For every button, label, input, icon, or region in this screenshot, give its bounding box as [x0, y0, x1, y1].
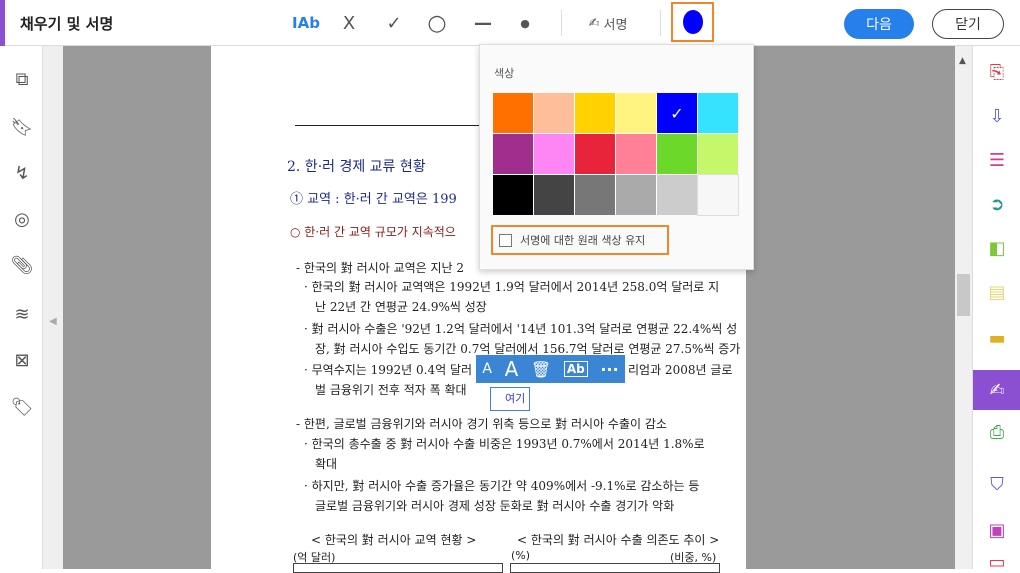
color-grid: ✓	[493, 93, 739, 216]
chart-frame	[510, 563, 720, 573]
cross-tool[interactable]: X	[337, 10, 361, 36]
accent-stripe	[0, 0, 5, 46]
sign-label: 서명	[603, 17, 628, 33]
trash-icon[interactable]: 🗑︎	[531, 360, 551, 379]
doc-line: · 對 러시아 수출은 '92년 1.2억 달러에서 '14년 101.3억 달…	[304, 322, 738, 336]
doc-line: · 한국의 총수출 중 對 러시아 수출 비중은 1993년 0.7%에서 20…	[304, 437, 705, 451]
sidebar-collapse-handle[interactable]: ◀	[43, 46, 63, 569]
left-sidebar: ⧉ 🔖︎ ↯ ◎ 📎︎ ≋ ⊠ 🏷︎	[0, 46, 43, 569]
scan-icon[interactable]: ⎙	[973, 412, 1020, 452]
doc-line: 벌 금융위기 전후 적자 폭 확대	[315, 383, 467, 397]
field-toolbar: A A 🗑︎ Ab ···	[476, 355, 625, 383]
edit-pdf-icon[interactable]: ▤	[973, 272, 1020, 312]
fill-sign-icon[interactable]: ✍	[973, 370, 1020, 410]
export-pdf-icon[interactable]: ➲	[973, 184, 1020, 224]
attachment-icon[interactable]: 📎︎	[10, 254, 34, 278]
create-pdf-icon[interactable]: ⎘	[973, 52, 1020, 92]
add-text-tool[interactable]: IAb	[292, 10, 320, 36]
text-field-button[interactable]: Ab	[563, 361, 588, 377]
compress-icon[interactable]: ◧	[973, 228, 1020, 268]
top-toolbar: 채우기 및 서명 IAb X ✓ ○ — ● ✍ 서명 다음 닫기	[0, 0, 1020, 46]
doc-line: 난 22년 간 연평균 24.9%씩 성장	[315, 300, 487, 314]
vertical-scrollbar[interactable]: ▲	[955, 46, 972, 569]
color-popup: 색상 ✓ 서명에 대한 원래 색상 유지	[479, 44, 754, 270]
next-button[interactable]: 다음	[844, 9, 914, 39]
bookmark-icon[interactable]: 🔖︎	[10, 116, 34, 140]
color-label: 색상	[494, 67, 515, 80]
color-swatch[interactable]	[697, 174, 739, 216]
color-swatch[interactable]	[657, 175, 697, 215]
current-color-swatch	[682, 10, 703, 34]
chart-title: < 한국의 對 러시아 수출 의존도 추이 >	[517, 533, 720, 547]
sign-button[interactable]: ✍ 서명	[578, 10, 638, 36]
text-field[interactable]: 여기	[490, 387, 530, 411]
color-swatch[interactable]	[698, 93, 738, 133]
combine-files-icon[interactable]: ⇩	[973, 96, 1020, 136]
keep-original-color-option[interactable]: 서명에 대한 원래 색상 유지	[491, 225, 669, 255]
doc-line: 리엄과 2008년 글로	[628, 363, 733, 377]
doc-line: - 한국의 對 러시아 교역은 지난 2	[296, 261, 465, 275]
color-swatch[interactable]	[493, 175, 533, 215]
pen-sign-icon: ✍	[588, 15, 600, 31]
more-options-button[interactable]: ···	[600, 360, 618, 379]
target-icon[interactable]: ◎	[10, 208, 34, 232]
color-swatch[interactable]	[698, 134, 738, 174]
divider	[660, 10, 661, 36]
color-swatch[interactable]	[616, 93, 656, 133]
color-swatch[interactable]	[493, 134, 533, 174]
color-swatch[interactable]	[616, 175, 656, 215]
increase-font-button[interactable]: A	[505, 357, 519, 381]
subsection-heading: ① 교역 : 한·러 간 교역은 199	[290, 192, 457, 207]
keep-original-label: 서명에 대한 원래 색상 유지	[520, 234, 646, 247]
chart-title: < 한국의 對 러시아 교역 현황 >	[311, 533, 477, 547]
more-tools-icon[interactable]: ▭	[973, 552, 1020, 573]
circle-tool[interactable]: ○	[425, 10, 449, 36]
color-swatch[interactable]	[534, 134, 574, 174]
color-swatch[interactable]	[657, 134, 697, 174]
section-heading: 2. 한·러 경제 교류 현황	[287, 159, 426, 175]
scrollbar-thumb[interactable]	[957, 274, 970, 316]
decrease-font-button[interactable]: A	[482, 361, 492, 377]
bullet-heading: ○ 한·러 간 교역 규모가 지속적으	[290, 225, 456, 239]
close-button[interactable]: 닫기	[932, 9, 1004, 39]
horizontal-rule	[295, 125, 485, 126]
layers-icon[interactable]: ≋	[10, 303, 34, 327]
organize-pages-icon[interactable]: ☰	[973, 140, 1020, 180]
keep-original-checkbox[interactable]	[499, 233, 512, 247]
checkmark-icon: ✓	[670, 103, 684, 123]
divider	[561, 10, 562, 36]
color-picker-button[interactable]	[671, 2, 714, 42]
tag-icon[interactable]: 🏷︎	[10, 396, 34, 420]
color-swatch[interactable]	[575, 93, 615, 133]
color-swatch[interactable]	[534, 175, 574, 215]
doc-line: · 하지만, 對 러시아 수출 증가율은 동기간 약 409%에서 -9.1%로…	[304, 479, 700, 493]
doc-line: 확대	[315, 457, 338, 471]
collapse-arrow-icon: ◀	[49, 316, 57, 327]
doc-line: · 한국의 對 러시아 교역액은 1992년 1.9억 달러에서 2014년 2…	[304, 280, 720, 294]
checkmark-tool[interactable]: ✓	[382, 10, 406, 36]
chart-frame	[293, 563, 503, 573]
page-title: 채우기 및 서명	[20, 15, 114, 33]
right-tools-panel: ⎘ ⇩ ☰ ➲ ◧ ▤ ▬ ✍ ⎙ ⛉ ▣ ▭	[972, 46, 1020, 573]
dot-tool[interactable]: ●	[514, 10, 536, 36]
color-swatch[interactable]	[575, 134, 615, 174]
doc-line: 글로벌 금융위기와 러시아 경제 성장 둔화로 對 러시아 수출 경기가 악화	[315, 499, 675, 513]
compare-icon[interactable]: ⊠	[10, 349, 34, 373]
scroll-up-icon[interactable]: ▲	[959, 56, 966, 66]
order-icon[interactable]: ↯	[10, 162, 34, 186]
color-swatch[interactable]	[534, 93, 574, 133]
color-swatch[interactable]	[575, 175, 615, 215]
doc-line: · 무역수지는 1992년 0.4억 달러	[304, 363, 473, 377]
color-swatch[interactable]: ✓	[657, 93, 697, 133]
chart-unit: (%)	[511, 549, 531, 562]
line-tool[interactable]: —	[470, 10, 496, 36]
color-swatch[interactable]	[493, 93, 533, 133]
color-swatch[interactable]	[616, 134, 656, 174]
protect-shield-icon[interactable]: ⛉	[973, 464, 1020, 504]
comment-icon[interactable]: ▬	[973, 318, 1020, 358]
pages-icon[interactable]: ⧉	[10, 68, 34, 92]
doc-line: - 한편, 글로벌 금융위기와 러시아 경기 위축 등으로 對 러시아 수출이 …	[296, 417, 667, 431]
form-icon[interactable]: ▣	[973, 510, 1020, 550]
